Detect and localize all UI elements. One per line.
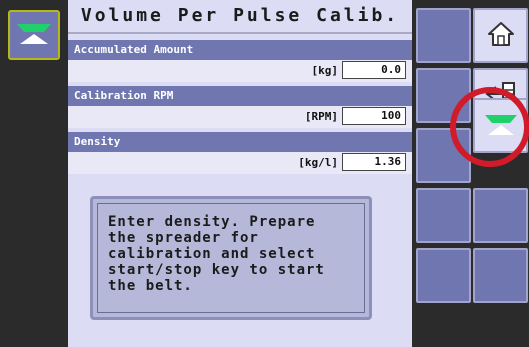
softkey-1-button[interactable] bbox=[416, 8, 471, 63]
spreader-tab-button[interactable] bbox=[8, 10, 60, 60]
row-label: Density bbox=[68, 132, 412, 152]
softkey-10-button[interactable] bbox=[473, 248, 528, 303]
row-body: [kg/l] 1.36 bbox=[68, 152, 412, 174]
row-body: [RPM] 100 bbox=[68, 106, 412, 128]
page-title: Volume Per Pulse Calib. bbox=[68, 0, 412, 34]
unit-label: [kg] bbox=[311, 64, 339, 77]
spreader-icon bbox=[15, 20, 53, 50]
instruction-message: Enter density. Prepare the spreader for … bbox=[97, 203, 365, 313]
row-label: Calibration RPM bbox=[68, 86, 412, 106]
accumulated-amount-field[interactable]: 0.0 bbox=[342, 61, 406, 79]
softkey-4-button[interactable] bbox=[416, 188, 471, 243]
softkey-9-button[interactable] bbox=[473, 188, 528, 243]
row-label: Accumulated Amount bbox=[68, 40, 412, 60]
highlight-circle bbox=[450, 87, 529, 167]
instruction-message-box: Enter density. Prepare the spreader for … bbox=[90, 196, 372, 320]
unit-label: [kg/l] bbox=[298, 156, 338, 169]
left-sidebar bbox=[0, 0, 68, 347]
density-field[interactable]: 1.36 bbox=[342, 153, 406, 171]
home-icon bbox=[486, 19, 516, 53]
screen: Volume Per Pulse Calib. Accumulated Amou… bbox=[0, 0, 529, 347]
row-body: [kg] 0.0 bbox=[68, 60, 412, 82]
home-button[interactable] bbox=[473, 8, 528, 63]
unit-label: [RPM] bbox=[304, 110, 338, 123]
calibration-rpm-field[interactable]: 100 bbox=[342, 107, 406, 125]
softkey-5-button[interactable] bbox=[416, 248, 471, 303]
